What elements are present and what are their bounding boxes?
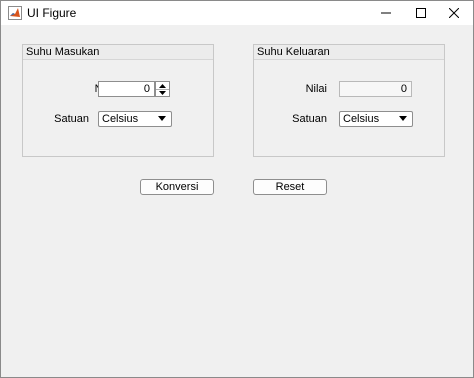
input-unit-label: Satuan — [54, 113, 89, 125]
output-value-label: Nilai — [305, 83, 327, 95]
spinner-down-button[interactable] — [156, 89, 169, 96]
output-value: 0 — [400, 83, 407, 95]
input-unit-selected: Celsius — [102, 113, 139, 125]
input-unit-dropdown[interactable]: Celsius — [98, 111, 172, 127]
input-value-field[interactable]: 0 — [98, 81, 155, 97]
output-value-field: 0 — [339, 81, 412, 97]
input-panel: Suhu Masukan Nilai 0 Satuan Celsius — [22, 44, 214, 157]
output-panel-header: Suhu Keluaran — [254, 45, 444, 60]
input-value-spinner[interactable] — [155, 81, 170, 97]
close-icon — [449, 8, 459, 18]
dropdown-arrow-icon — [158, 116, 166, 121]
arrow-down-icon — [159, 90, 166, 95]
maximize-icon — [416, 8, 426, 18]
dropdown-arrow-icon — [399, 116, 407, 121]
output-panel: Suhu Keluaran Nilai 0 Satuan Celsius — [253, 44, 445, 157]
input-value: 0 — [143, 83, 150, 95]
matlab-icon — [8, 6, 22, 20]
close-button[interactable] — [432, 1, 474, 25]
output-unit-selected: Celsius — [343, 113, 380, 125]
input-panel-title: Suhu Masukan — [26, 46, 100, 58]
minimize-icon — [381, 12, 391, 14]
output-unit-dropdown[interactable]: Celsius — [339, 111, 413, 127]
input-panel-header: Suhu Masukan — [23, 45, 213, 60]
output-panel-title: Suhu Keluaran — [257, 46, 330, 58]
convert-button[interactable]: Konversi — [140, 179, 214, 195]
ui-figure-window: UI Figure Suhu Masukan Nilai 0 — [0, 0, 474, 378]
reset-button[interactable]: Reset — [253, 179, 327, 195]
title-bar: UI Figure — [1, 1, 473, 25]
output-unit-label: Satuan — [292, 113, 327, 125]
arrow-up-icon — [159, 83, 166, 88]
window-title: UI Figure — [27, 6, 77, 20]
